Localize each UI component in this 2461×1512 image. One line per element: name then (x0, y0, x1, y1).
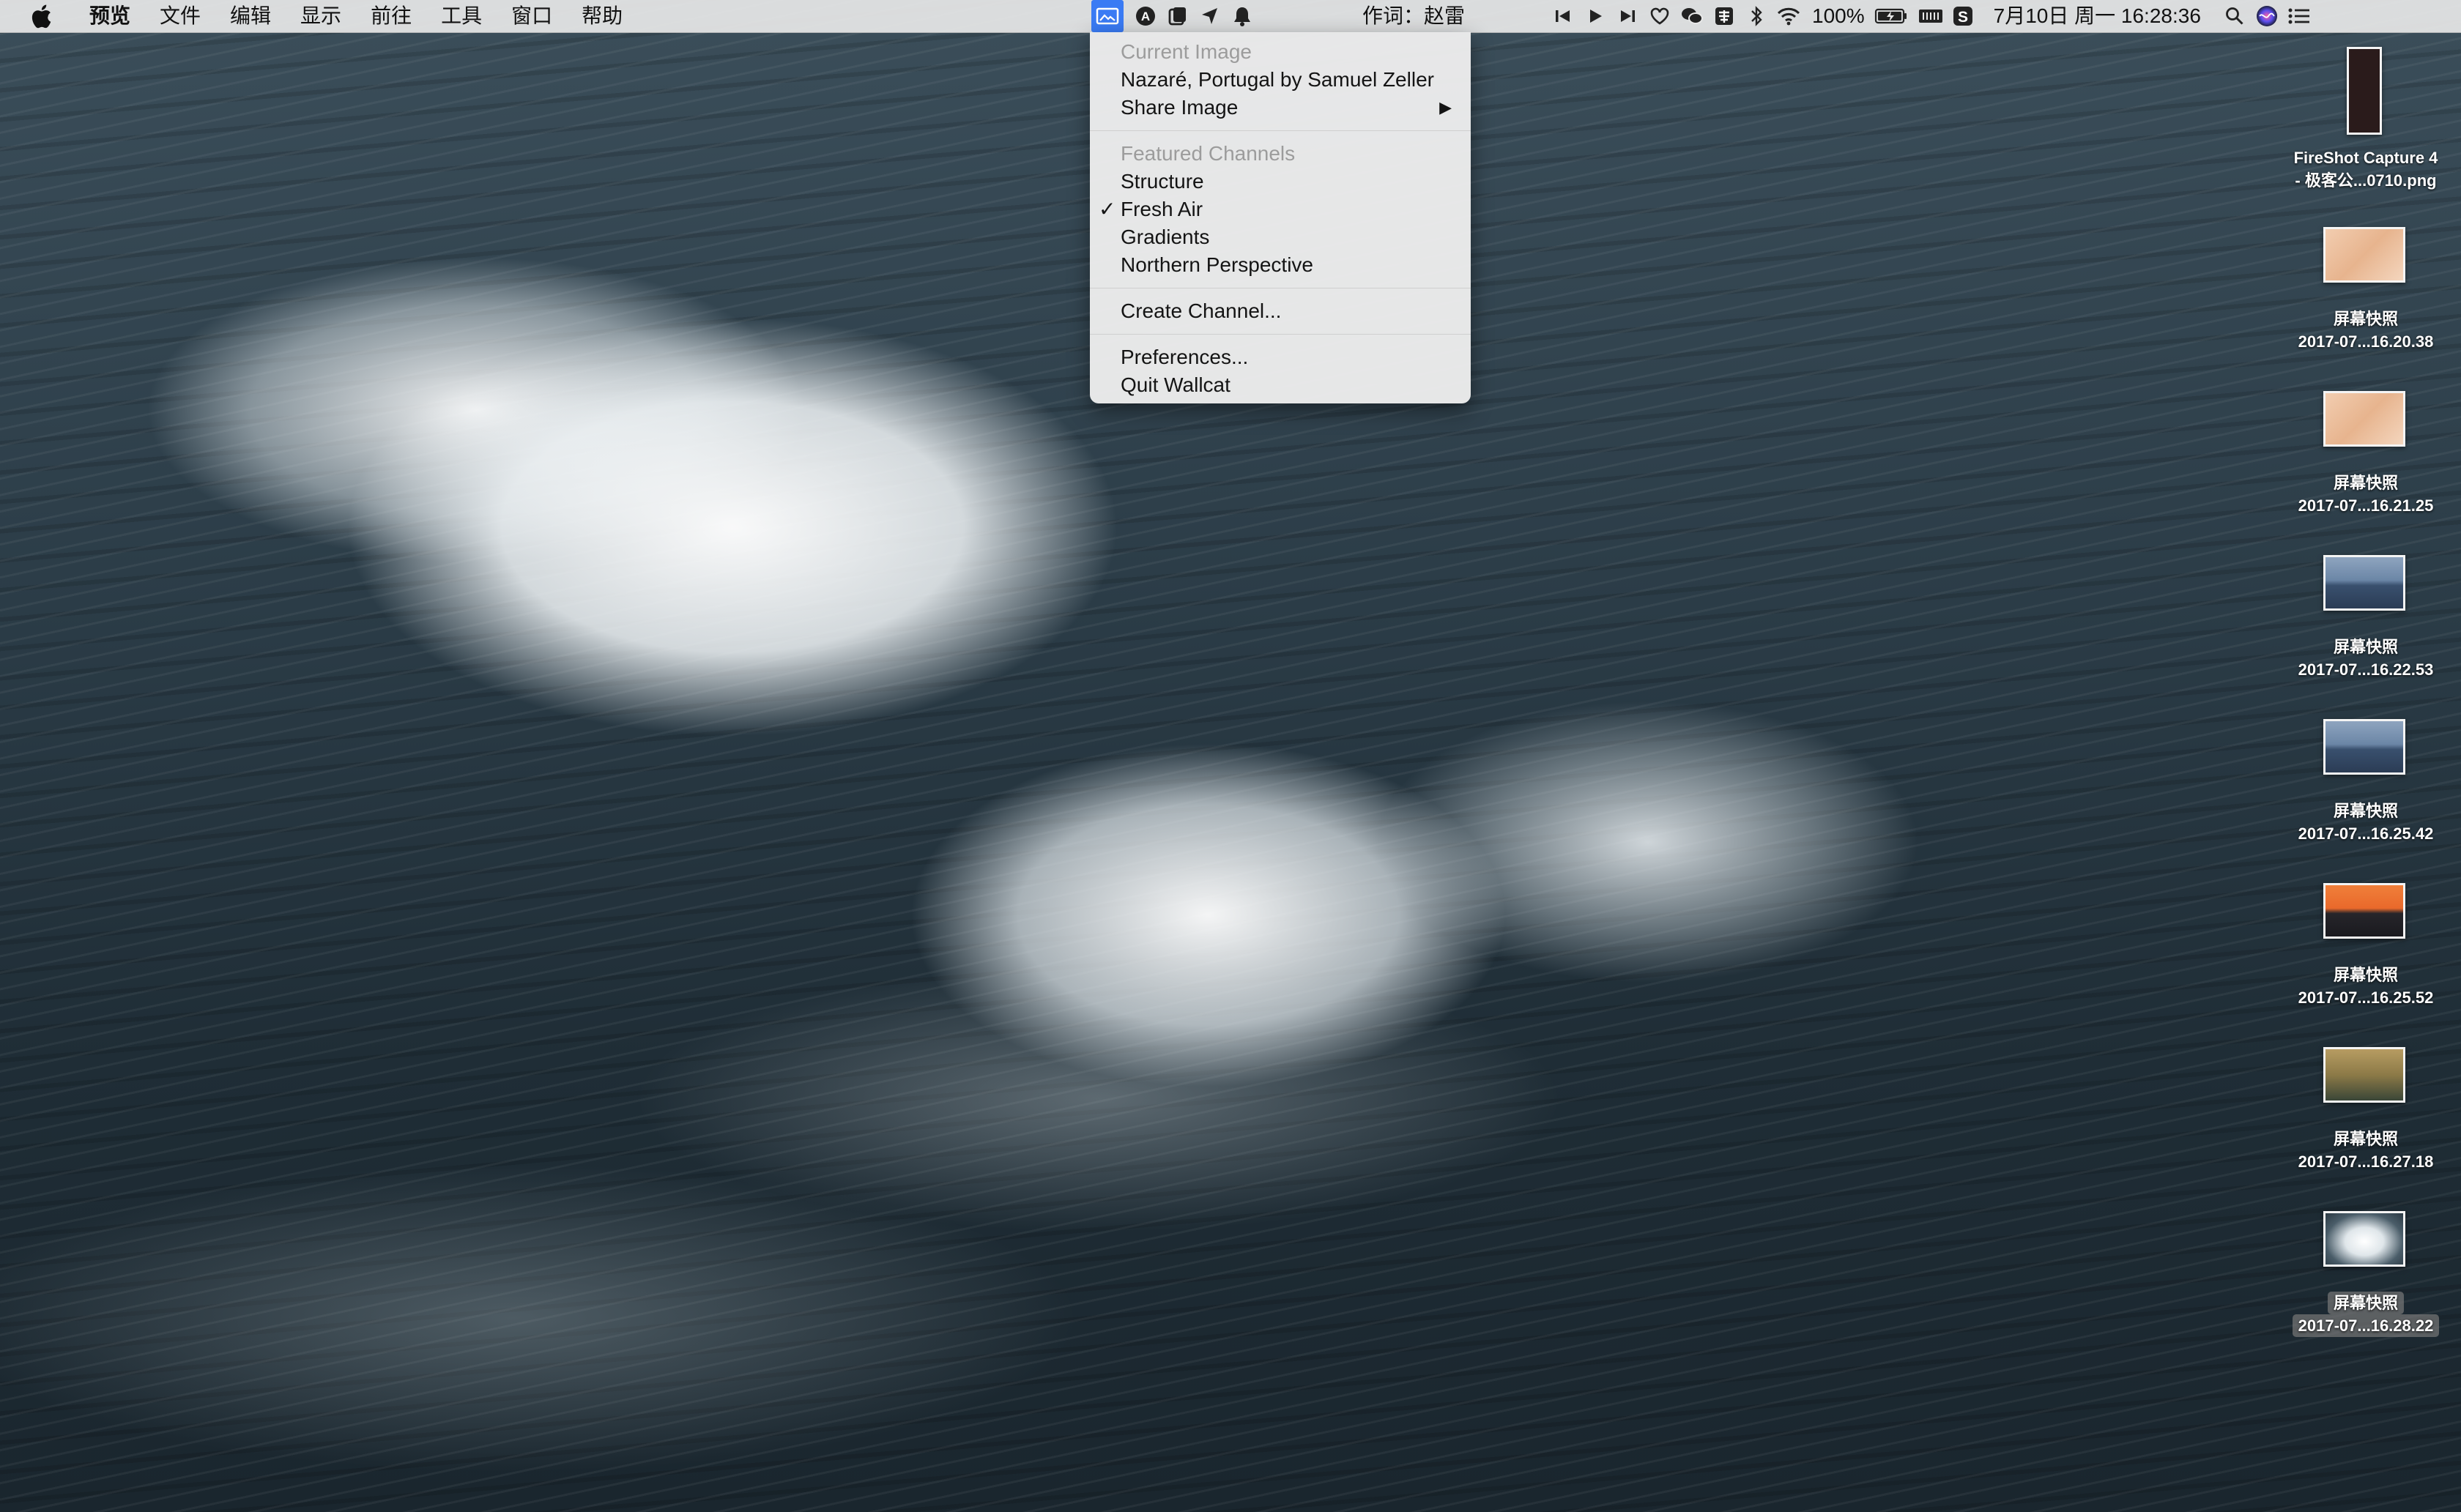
apple-menu-icon[interactable] (26, 1, 56, 31)
spotlight-search-icon[interactable] (2219, 0, 2251, 32)
channel-label: Structure (1121, 170, 1204, 193)
file-thumbnail (2323, 555, 2405, 611)
file-thumbnail (2323, 391, 2405, 447)
menu-bar: 预览 文件 编辑 显示 前往 工具 窗口 帮助 A 作词：赵雷 100% S 7… (0, 0, 2461, 33)
file-name-label: 屏幕快照 2017-07...16.21.25 (2298, 474, 2434, 515)
menu-meters-icon[interactable] (1915, 0, 1947, 32)
svg-text:S: S (1958, 9, 1968, 26)
quit-wallcat-item[interactable]: Quit Wallcat (1090, 371, 1471, 399)
file-name-label: 屏幕快照 2017-07...16.27.18 (2298, 1130, 2434, 1171)
wallcat-menu-icon[interactable] (1091, 0, 1124, 32)
file-thumbnail (2347, 47, 2382, 135)
menu-tools[interactable]: 工具 (426, 0, 497, 32)
menu-edit[interactable]: 编辑 (215, 0, 286, 32)
menu-help[interactable]: 帮助 (567, 0, 637, 32)
input-method-icon[interactable] (1708, 0, 1740, 32)
next-track-icon[interactable] (1611, 0, 1644, 32)
menu-separator (1090, 130, 1471, 131)
channel-item-northern-perspective[interactable]: Northern Perspective (1090, 251, 1471, 279)
datetime-text[interactable]: 7月10日 周一 16:28:36 (1979, 0, 2208, 32)
clipboard-icon[interactable] (1162, 0, 1194, 32)
file-name-label: 屏幕快照 2017-07...16.28.22 (2271, 1292, 2461, 1337)
file-name-label: 屏幕快照 2017-07...16.22.53 (2298, 638, 2434, 679)
file-name-label: 屏幕快照 2017-07...16.20.38 (2298, 310, 2434, 351)
siri-icon[interactable] (2251, 0, 2283, 32)
featured-channels-header: Featured Channels (1121, 142, 1296, 165)
wallcat-dropdown-menu: Current Image Nazaré, Portugal by Samuel… (1090, 32, 1471, 403)
file-thumbnail (2323, 1047, 2405, 1103)
file-thumbnail (2323, 1211, 2405, 1267)
menu-file[interactable]: 文件 (145, 0, 215, 32)
file-thumbnail (2323, 719, 2405, 775)
share-image-label: Share Image (1121, 96, 1239, 119)
menu-window[interactable]: 窗口 (497, 0, 567, 32)
svg-text:A: A (1141, 10, 1150, 23)
menu-view[interactable]: 显示 (286, 0, 356, 32)
channel-item-gradients[interactable]: Gradients (1090, 223, 1471, 251)
create-channel-item[interactable]: Create Channel... (1090, 297, 1471, 325)
notification-bell-icon[interactable] (1226, 0, 1258, 32)
channel-label: Gradients (1121, 226, 1210, 248)
menu-app-name[interactable]: 预览 (75, 0, 145, 32)
channel-label: Northern Perspective (1121, 253, 1314, 276)
battery-percent-text[interactable]: 100% (1805, 0, 1872, 32)
file-thumbnail (2323, 883, 2405, 939)
notification-center-icon[interactable] (2283, 0, 2315, 32)
bluetooth-icon[interactable] (1740, 0, 1773, 32)
channel-item-fresh-air[interactable]: ✓ Fresh Air (1090, 195, 1471, 223)
file-name-label: 屏幕快照 2017-07...16.25.52 (2298, 966, 2434, 1007)
s-app-icon[interactable]: S (1947, 0, 1979, 32)
channel-label: Fresh Air (1121, 198, 1203, 220)
menu-go[interactable]: 前往 (356, 0, 426, 32)
checkmark-icon: ✓ (1099, 198, 1116, 220)
lyric-status-text[interactable]: 作词：赵雷 (1355, 0, 1472, 32)
channel-item-structure[interactable]: Structure (1090, 168, 1471, 195)
location-arrow-icon[interactable] (1194, 0, 1226, 32)
current-image-title-item[interactable]: Nazaré, Portugal by Samuel Zeller (1090, 66, 1471, 94)
heart-icon[interactable] (1644, 0, 1676, 32)
file-name-label: FireShot Capture 4- 极客公...0710.png (2293, 149, 2438, 190)
file-thumbnail (2323, 227, 2405, 283)
submenu-arrow-icon: ▶ (1439, 98, 1452, 116)
wifi-icon[interactable] (1773, 0, 1805, 32)
battery-charging-icon[interactable] (1872, 0, 1910, 32)
preferences-item[interactable]: Preferences... (1090, 343, 1471, 371)
current-image-header: Current Image (1121, 40, 1252, 63)
font-a-icon[interactable]: A (1129, 0, 1162, 32)
play-icon[interactable] (1579, 0, 1611, 32)
menu-separator (1090, 334, 1471, 335)
share-image-item[interactable]: Share Image ▶ (1090, 94, 1471, 122)
wechat-icon[interactable] (1676, 0, 1708, 32)
file-name-label: 屏幕快照 2017-07...16.25.42 (2298, 802, 2434, 843)
previous-track-icon[interactable] (1547, 0, 1579, 32)
